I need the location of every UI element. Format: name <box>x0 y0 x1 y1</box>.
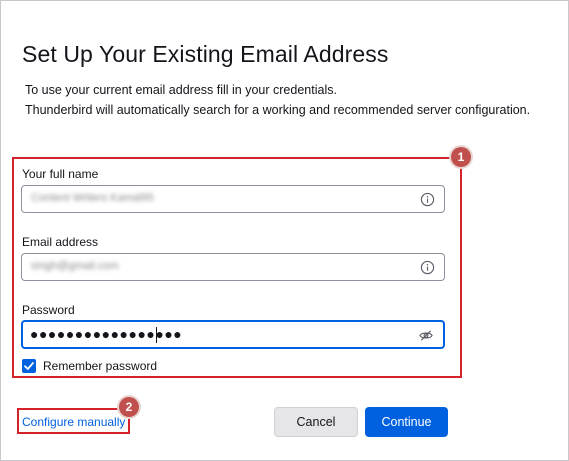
continue-button[interactable]: Continue <box>365 407 448 437</box>
annotation-highlight-1 <box>12 157 462 378</box>
annotation-badge-1: 1 <box>451 147 471 167</box>
description-line-1: To use your current email address fill i… <box>25 83 337 97</box>
annotation-badge-2: 2 <box>119 397 139 417</box>
description-line-2: Thunderbird will automatically search fo… <box>25 103 531 117</box>
account-setup-panel: Set Up Your Existing Email Address To us… <box>0 0 569 461</box>
page-title: Set Up Your Existing Email Address <box>22 41 389 67</box>
configure-manually-link[interactable]: Configure manually <box>22 415 125 429</box>
cancel-button[interactable]: Cancel <box>274 407 358 437</box>
